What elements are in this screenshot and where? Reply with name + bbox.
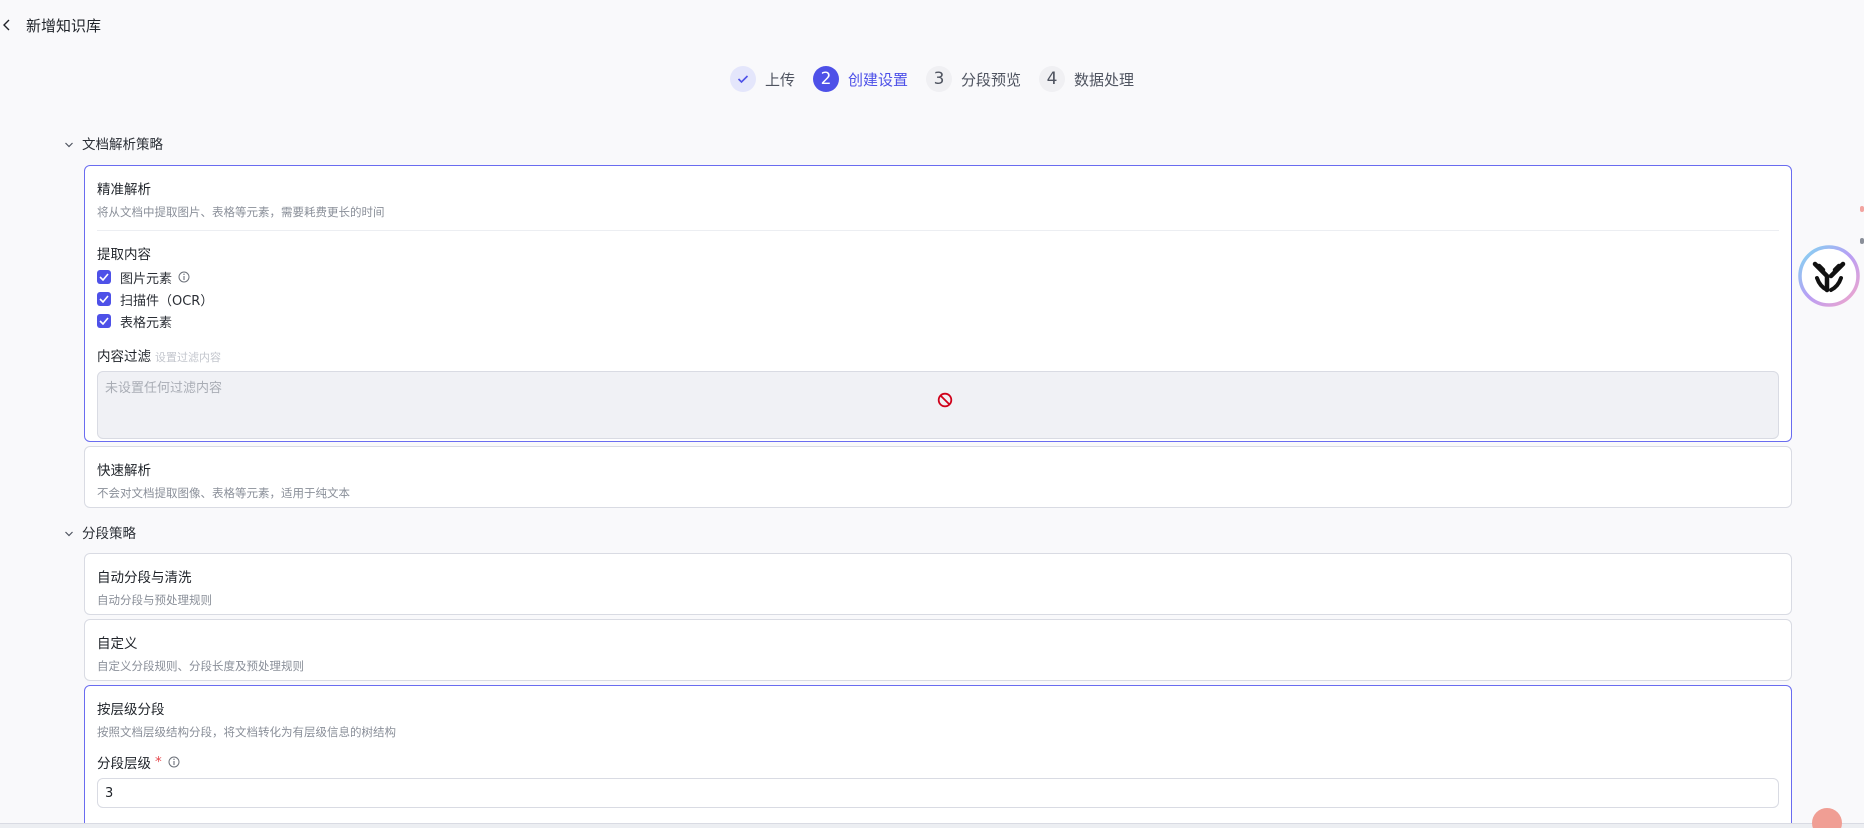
option-label: 图片元素 [120, 271, 173, 287]
extract-content-title: 提取内容 [97, 247, 151, 263]
checkbox-checked[interactable] [97, 270, 111, 284]
step-label: 分段预览 [961, 70, 1022, 89]
parse-strategy-toggle[interactable]: 文档解析策略 [64, 133, 163, 153]
option-label: 表格元素 [120, 315, 173, 331]
info-icon[interactable] [168, 756, 180, 768]
info-icon[interactable] [178, 271, 190, 283]
step-create-settings[interactable]: 2 创建设置 [812, 66, 908, 92]
option-table-elements[interactable]: 表格元素 [97, 313, 1779, 331]
chevron-down-icon [64, 527, 74, 537]
step-number: 2 [812, 66, 839, 92]
required-mark: * [155, 754, 162, 770]
checkbox-checked[interactable] [97, 314, 111, 328]
edge-marker [1860, 206, 1864, 212]
step-label: 创建设置 [847, 70, 908, 89]
chevron-down-icon [64, 138, 74, 148]
check-icon [729, 66, 756, 92]
option-scan-ocr[interactable]: 扫描件（OCR） [97, 291, 1779, 309]
section-title: 文档解析策略 [82, 137, 163, 153]
auto-segment-card[interactable]: 自动分段与清洗 自动分段与预处理规则 [84, 553, 1792, 615]
card-title: 快速解析 [97, 463, 151, 479]
option-label: 扫描件（OCR） [120, 293, 214, 309]
content-filter-row: 内容过滤 设置过滤内容 [97, 345, 1779, 365]
card-description: 自动分段与预处理规则 [97, 593, 212, 607]
content-filter-box: 未设置任何过滤内容 [97, 371, 1779, 439]
option-image-elements[interactable]: 图片元素 [97, 269, 1779, 287]
segment-level-label: 分段层级 [97, 756, 151, 772]
segment-level-label-row: 分段层级 * [97, 752, 1779, 772]
card-title: 自定义 [97, 636, 138, 652]
step-number: 4 [1039, 66, 1066, 92]
page-title: 新增知识库 [26, 16, 102, 35]
step-label: 上传 [764, 70, 795, 89]
assistant-bot-icon[interactable] [1797, 244, 1861, 308]
card-description: 按照文档层级结构分段，将文档转化为有层级信息的树结构 [97, 725, 396, 739]
section-title: 分段策略 [82, 526, 136, 542]
content-filter-label: 内容过滤 [97, 349, 151, 365]
content-filter-hint[interactable]: 设置过滤内容 [155, 349, 221, 365]
card-description: 自定义分段规则、分段长度及预处理规则 [97, 659, 304, 673]
step-data-processing[interactable]: 4 数据处理 [1039, 66, 1134, 92]
step-number: 3 [926, 66, 952, 92]
avatar[interactable] [1812, 808, 1842, 828]
checkbox-checked[interactable] [97, 292, 111, 306]
step-label: 数据处理 [1074, 70, 1135, 89]
filter-placeholder: 未设置任何过滤内容 [105, 381, 223, 396]
back-arrow-icon[interactable] [0, 18, 14, 32]
card-title: 自动分段与清洗 [97, 570, 192, 586]
card-description: 不会对文档提取图像、表格等元素，适用于纯文本 [97, 486, 350, 500]
fast-parse-card[interactable]: 快速解析 不会对文档提取图像、表格等元素，适用于纯文本 [84, 446, 1792, 508]
precise-parse-card[interactable]: 精准解析 将从文档中提取图片、表格等元素，需要耗费更长的时间 提取内容 图片元素… [84, 165, 1792, 442]
card-title: 按层级分段 [97, 702, 165, 718]
step-indicator: 上传 2 创建设置 3 分段预览 4 数据处理 [0, 66, 1864, 92]
card-title: 精准解析 [97, 182, 151, 198]
bottom-scroll-edge [0, 823, 1864, 828]
step-upload[interactable]: 上传 [729, 66, 795, 92]
page-header: 新增知识库 [0, 12, 101, 38]
divider [97, 230, 1779, 231]
hierarchy-segment-card[interactable]: 按层级分段 按照文档层级结构分段，将文档转化为有层级信息的树结构 分段层级 * [84, 685, 1792, 828]
step-segment-preview[interactable]: 3 分段预览 [926, 66, 1021, 92]
segment-strategy-toggle[interactable]: 分段策略 [64, 522, 136, 542]
edge-marker [1860, 238, 1864, 244]
custom-segment-card[interactable]: 自定义 自定义分段规则、分段长度及预处理规则 [84, 619, 1792, 681]
segment-level-input[interactable] [97, 778, 1779, 808]
card-description: 将从文档中提取图片、表格等元素，需要耗费更长的时间 [97, 205, 385, 219]
forbidden-icon [937, 392, 953, 408]
